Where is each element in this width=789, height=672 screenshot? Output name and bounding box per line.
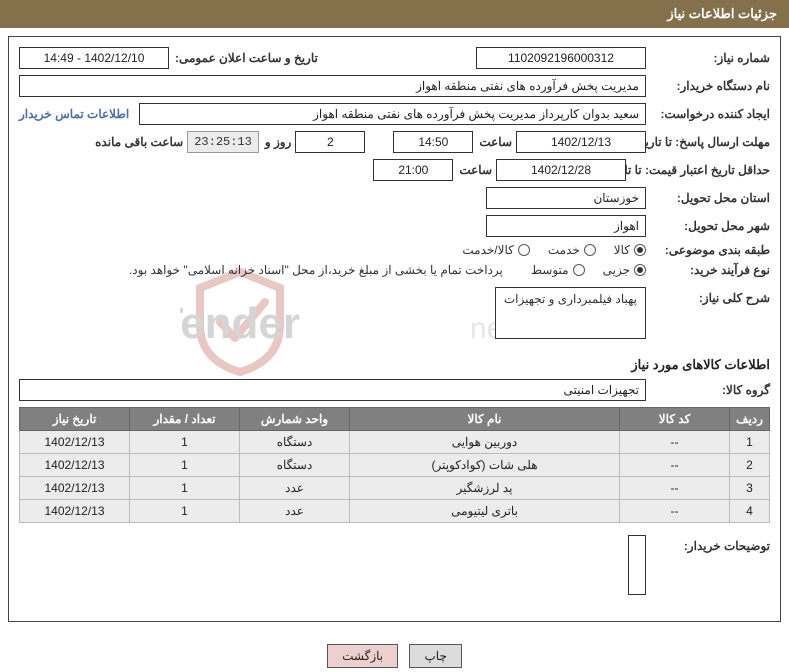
label-item-group: گروه کالا: — [650, 383, 770, 397]
value-buyer-org: مدیریت پخش فرآورده های نفتی منطقه اهواز — [19, 75, 646, 97]
label-purchase-type: نوع فرآیند خرید: — [650, 263, 770, 277]
th-row: ردیف — [730, 408, 770, 431]
page-title: جزئیات اطلاعات نیاز — [667, 6, 777, 21]
cell-code: -- — [620, 500, 730, 523]
cell-name: پد لرزشگیر — [350, 477, 620, 500]
cell-name: باتری لیتیومی — [350, 500, 620, 523]
th-unit: واحد شمارش — [240, 408, 350, 431]
radio-medium-label: متوسط — [531, 263, 569, 277]
cell-unit: دستگاه — [240, 454, 350, 477]
value-requester: سعید بدوان کارپرداز مدیریت پخش فرآورده ه… — [139, 103, 646, 125]
label-buyer-org: نام دستگاه خریدار: — [650, 79, 770, 93]
radio-minor-label: جزیی — [603, 263, 630, 277]
cell-row: 4 — [730, 500, 770, 523]
category-radio-group: کالا خدمت کالا/خدمت — [462, 243, 646, 257]
items-table: ردیف کد کالا نام کالا واحد شمارش تعداد /… — [19, 407, 770, 523]
radio-both[interactable] — [518, 244, 530, 256]
cell-row: 1 — [730, 431, 770, 454]
cell-date: 1402/12/13 — [20, 477, 130, 500]
label-time-2: ساعت — [457, 163, 492, 177]
table-row: 1 -- دوربین هوایی دستگاه 1 1402/12/13 — [20, 431, 770, 454]
label-remaining: ساعت باقی مانده — [93, 135, 183, 149]
label-city: شهر محل تحویل: — [650, 219, 770, 233]
value-deadline-date: 1402/12/13 — [516, 131, 646, 153]
purchase-radio-group: جزیی متوسط — [531, 263, 646, 277]
radio-service-label: خدمت — [548, 243, 580, 257]
label-need-no: شماره نیاز: — [650, 51, 770, 65]
label-time-1: ساعت — [477, 135, 512, 149]
table-row: 3 -- پد لرزشگیر عدد 1 1402/12/13 — [20, 477, 770, 500]
value-time-left: 23:25:13 — [187, 131, 259, 153]
items-section-title: اطلاعات کالاهای مورد نیاز — [19, 357, 770, 373]
cell-qty: 1 — [130, 500, 240, 523]
purchase-note: پرداخت تمام یا بخشی از مبلغ خرید،از محل … — [129, 263, 503, 277]
radio-medium[interactable] — [573, 264, 585, 276]
table-row: 4 -- باتری لیتیومی عدد 1 1402/12/13 — [20, 500, 770, 523]
cell-code: -- — [620, 477, 730, 500]
page-title-bar: جزئیات اطلاعات نیاز — [0, 0, 789, 28]
cell-unit: عدد — [240, 500, 350, 523]
radio-goods-label: کالا — [614, 243, 630, 257]
value-item-group: تجهیزات امنیتی — [19, 379, 646, 401]
back-button[interactable]: بازگشت — [327, 644, 398, 668]
label-buyer-notes: توضیحات خریدار: — [650, 535, 770, 553]
value-announce: 1402/12/10 - 14:49 — [19, 47, 169, 69]
cell-name: دوربین هوایی — [350, 431, 620, 454]
value-province: خوزستان — [486, 187, 646, 209]
cell-row: 3 — [730, 477, 770, 500]
th-qty: تعداد / مقدار — [130, 408, 240, 431]
value-need-no: 1102092196000312 — [476, 47, 646, 69]
cell-qty: 1 — [130, 431, 240, 454]
cell-date: 1402/12/13 — [20, 454, 130, 477]
cell-row: 2 — [730, 454, 770, 477]
value-deadline-time: 14:50 — [393, 131, 473, 153]
table-header-row: ردیف کد کالا نام کالا واحد شمارش تعداد /… — [20, 408, 770, 431]
label-price-validity: حداقل تاریخ اعتبار قیمت: تا تاریخ: — [630, 163, 770, 177]
label-days-and: روز و — [263, 135, 292, 149]
cell-date: 1402/12/13 — [20, 431, 130, 454]
th-code: کد کالا — [620, 408, 730, 431]
th-name: نام کالا — [350, 408, 620, 431]
cell-name: هلی شات (کوادکوپتر) — [350, 454, 620, 477]
value-price-validity-date: 1402/12/28 — [496, 159, 626, 181]
details-panel: شماره نیاز: 1102092196000312 تاریخ و ساع… — [8, 36, 781, 622]
cell-code: -- — [620, 454, 730, 477]
print-button[interactable]: چاپ — [409, 644, 461, 668]
value-price-validity-time: 21:00 — [373, 159, 453, 181]
cell-date: 1402/12/13 — [20, 500, 130, 523]
cell-unit: عدد — [240, 477, 350, 500]
value-city: اهواز — [486, 215, 646, 237]
footer-buttons: چاپ بازگشت — [0, 630, 789, 672]
cell-code: -- — [620, 431, 730, 454]
label-province: استان محل تحویل: — [650, 191, 770, 205]
value-days-left: 2 — [295, 131, 365, 153]
label-deadline: مهلت ارسال پاسخ: تا تاریخ: — [650, 135, 770, 149]
radio-minor[interactable] — [634, 264, 646, 276]
value-general-desc: پهباد فیلمبرداری و تجهیزات — [495, 287, 646, 339]
radio-service[interactable] — [584, 244, 596, 256]
cell-qty: 1 — [130, 454, 240, 477]
label-category: طبقه بندی موضوعی: — [650, 243, 770, 257]
radio-goods[interactable] — [634, 244, 646, 256]
cell-qty: 1 — [130, 477, 240, 500]
table-row: 2 -- هلی شات (کوادکوپتر) دستگاه 1 1402/1… — [20, 454, 770, 477]
buyer-contact-link[interactable]: اطلاعات تماس خریدار — [19, 107, 135, 121]
cell-unit: دستگاه — [240, 431, 350, 454]
th-date: تاریخ نیاز — [20, 408, 130, 431]
label-general-desc: شرح کلی نیاز: — [650, 287, 770, 305]
value-buyer-notes — [628, 535, 646, 595]
radio-both-label: کالا/خدمت — [462, 243, 513, 257]
label-requester: ایجاد کننده درخواست: — [650, 107, 770, 121]
label-announce: تاریخ و ساعت اعلان عمومی: — [173, 51, 318, 65]
